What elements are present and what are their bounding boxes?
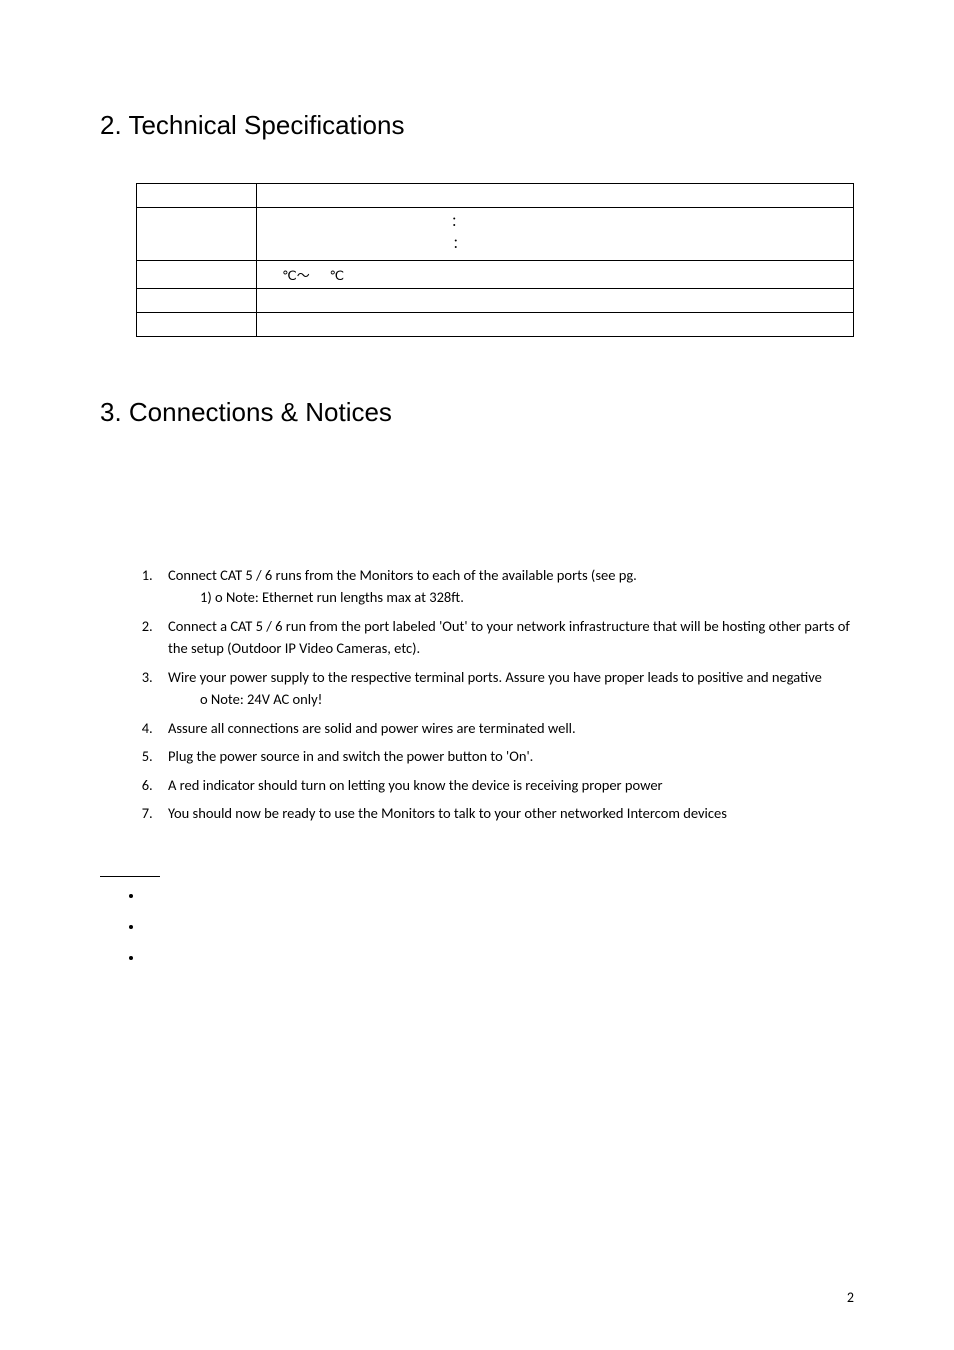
spec-row: Power Supply AC 24V <box>137 184 854 208</box>
step-item: Connect CAT 5 / 6 runs from the Monitors… <box>156 564 854 609</box>
step-subnote: 1) o Note: Ethernet run lengths max at 3… <box>200 586 854 608</box>
spec-label: Dimensions <box>137 289 257 313</box>
step-item: Plug the power source in and switch the … <box>156 745 854 767</box>
spec-row: Weight 1200g <box>137 313 854 337</box>
intro-paragraph: The POE Switcher acts as your network (P… <box>100 499 854 544</box>
spec-value: 210mm(H)×100mm(W)×50mm(D) <box>257 289 854 313</box>
colon-glyph: ： <box>451 215 464 230</box>
step-item: Connect a CAT 5 / 6 run from the port la… <box>156 615 854 660</box>
notices-subhead: Notices <box>100 857 160 877</box>
spec-label: Power Consumption <box>137 208 257 261</box>
spec-row: Dimensions 210mm(H)×100mm(W)×50mm(D) <box>137 289 854 313</box>
section-2-title: 2. Technical Specifications <box>100 110 854 141</box>
notice-item: Keep away from moisture, high temperatur… <box>144 887 854 904</box>
step-item: A red indicator should turn on letting y… <box>156 774 854 796</box>
spec-value: Standby status power consumption：≤3W Wor… <box>257 208 854 261</box>
steps-list: Connect CAT 5 / 6 runs from the Monitors… <box>156 564 854 825</box>
step-item: Wire your power supply to the respective… <box>156 666 854 711</box>
page-number: 2 <box>847 1289 854 1306</box>
spec-value: 1200g <box>257 313 854 337</box>
spec-row: Power Consumption Standby status power c… <box>137 208 854 261</box>
step-subnote: o Note: 24V AC only! <box>200 688 854 710</box>
spec-label: Weight <box>137 313 257 337</box>
notices-list: Keep away from moisture, high temperatur… <box>144 887 854 983</box>
colon-glyph: ： <box>452 237 465 252</box>
spec-row: Working Temp. -10℃～+55℃ <box>137 261 854 289</box>
section-3-title: 3. Connections & Notices <box>100 397 854 428</box>
spec-value: -10℃～+55℃ <box>257 261 854 289</box>
step-item: You should now be ready to use the Monit… <box>156 802 854 824</box>
step-item: Assure all connections are solid and pow… <box>156 717 854 739</box>
spec-label: Power Supply <box>137 184 257 208</box>
temp-unit: ℃～ <box>282 269 310 284</box>
spec-label: Working Temp. <box>137 261 257 289</box>
connections-subhead: Connections <box>100 470 854 487</box>
step-text: Wire your power supply to the respective… <box>168 668 822 686</box>
notice-item: If you experience any unusual sights or … <box>144 949 854 983</box>
temp-unit: ℃ <box>329 269 344 284</box>
spec-table: Power Supply AC 24V Power Consumption St… <box>136 183 854 337</box>
step-text: Connect CAT 5 / 6 runs from the Monitors… <box>168 566 637 584</box>
notice-item: Assure the wiring is solid before poweri… <box>144 918 854 935</box>
spec-value: AC 24V <box>257 184 854 208</box>
